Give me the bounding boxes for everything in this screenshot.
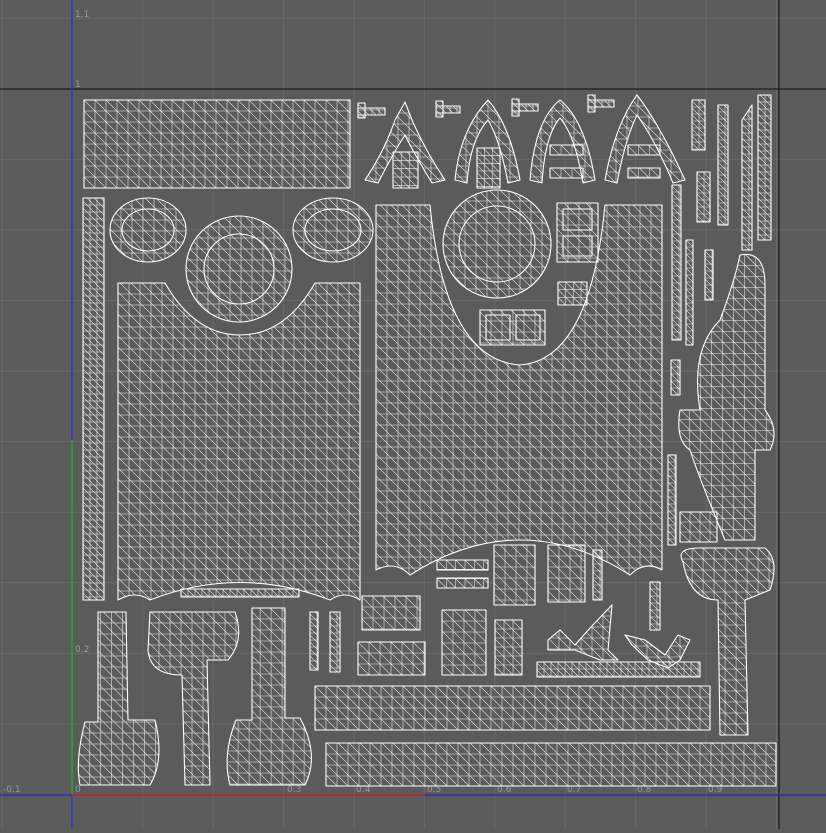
island-mesh [650, 582, 660, 630]
mesh-lines [78, 612, 159, 785]
island-mesh [680, 512, 717, 542]
ruler-v-label: 1 [75, 80, 81, 90]
island-bolt-2[interactable] [435, 100, 461, 118]
island-mesh [83, 198, 104, 600]
mesh-lines [495, 620, 522, 675]
island-mesh [227, 608, 312, 785]
mesh-lines [625, 635, 690, 668]
mesh-lines [477, 148, 500, 188]
island-mesh [78, 612, 159, 785]
island-mesh [625, 635, 690, 668]
grid [0, 0, 826, 829]
uv-viewport[interactable]: -0.1 0.3 0.4 0.5 0.6 0.7 0.8 0.9 1.1 1 0… [0, 0, 826, 829]
island-small-box-1[interactable] [392, 151, 419, 189]
ruler-v-label: 0 [75, 785, 81, 795]
mesh-lines [227, 608, 312, 785]
island-mesh [530, 100, 595, 183]
mesh-lines [326, 743, 776, 786]
mesh-lines [530, 100, 595, 183]
mesh-lines [181, 589, 299, 597]
island-bar-9[interactable] [670, 359, 681, 396]
mesh-lines [436, 101, 460, 117]
mesh-lines [650, 582, 660, 630]
ruler-u-label: 0.3 [287, 785, 301, 795]
ruler-v-label: 0.2 [75, 645, 89, 655]
island-left-vertical-strip[interactable] [82, 197, 105, 601]
island-bottom-strip-2[interactable] [325, 742, 777, 787]
mesh-lines [680, 512, 717, 542]
island-bar-3[interactable] [717, 104, 729, 226]
island-bolt-4[interactable] [587, 94, 615, 113]
island-mesh [512, 99, 538, 116]
island-angle-1[interactable] [547, 604, 619, 661]
island-mesh [110, 198, 186, 262]
ruler-v: 1.1 1 0.2 0 [75, 10, 89, 795]
mesh-lines [310, 612, 318, 670]
ruler-v-label: 1.1 [75, 10, 89, 20]
island-mesh [537, 662, 700, 677]
island-wrench-right[interactable] [680, 547, 775, 736]
island-mesh [668, 455, 676, 545]
island-sphere-cap-left-inner [203, 233, 275, 305]
island-mesh [315, 686, 710, 730]
uv-islands[interactable] [77, 94, 777, 787]
island-mesh [495, 620, 522, 675]
mesh-lines [678, 254, 774, 540]
island-mesh [697, 172, 710, 222]
island-piece-4[interactable] [357, 641, 426, 676]
mesh-lines [668, 455, 676, 545]
island-piece-5[interactable] [436, 559, 489, 589]
mesh-lines [83, 198, 104, 600]
island-piece-7[interactable] [547, 544, 586, 603]
island-mesh [358, 103, 385, 118]
island-mesh [558, 282, 587, 305]
mesh-lines [330, 612, 340, 672]
island-bolt-3[interactable] [511, 98, 539, 117]
island-piece-9[interactable] [494, 619, 523, 676]
mesh-lines [537, 662, 700, 677]
mesh-lines [558, 282, 587, 305]
island-mesh [705, 250, 713, 300]
mesh-lines [358, 103, 385, 118]
island-mesh [393, 152, 418, 188]
mesh-lines [315, 686, 710, 730]
island-mesh [326, 743, 776, 786]
island-mesh [436, 101, 460, 117]
island-mesh [148, 612, 239, 785]
uv-frame [0, 0, 826, 829]
island-mesh [358, 642, 425, 675]
island-mesh [362, 596, 420, 630]
island-bar-4[interactable] [741, 104, 753, 251]
island-mesh [477, 148, 500, 188]
island-mesh [310, 612, 318, 670]
island-mesh [588, 95, 614, 112]
mesh-lines [362, 596, 420, 630]
uv-wire-mesh [78, 95, 776, 786]
island-foot-right[interactable] [226, 607, 312, 786]
mesh-lines [148, 612, 239, 785]
mesh-lines [512, 99, 538, 116]
mesh-lines [588, 95, 614, 112]
mesh-lines [393, 152, 418, 188]
island-mesh [181, 589, 299, 597]
uv-canvas[interactable]: -0.1 0.3 0.4 0.5 0.6 0.7 0.8 0.9 1.1 1 0… [0, 0, 826, 829]
ruler-u-label: -0.1 [3, 785, 21, 795]
island-arch-1[interactable] [364, 101, 446, 184]
mesh-lines [358, 642, 425, 675]
mesh-lines [705, 250, 713, 300]
island-mesh [678, 254, 774, 540]
mesh-lines [697, 172, 710, 222]
island-mesh [330, 612, 340, 672]
mesh-lines [110, 198, 186, 262]
